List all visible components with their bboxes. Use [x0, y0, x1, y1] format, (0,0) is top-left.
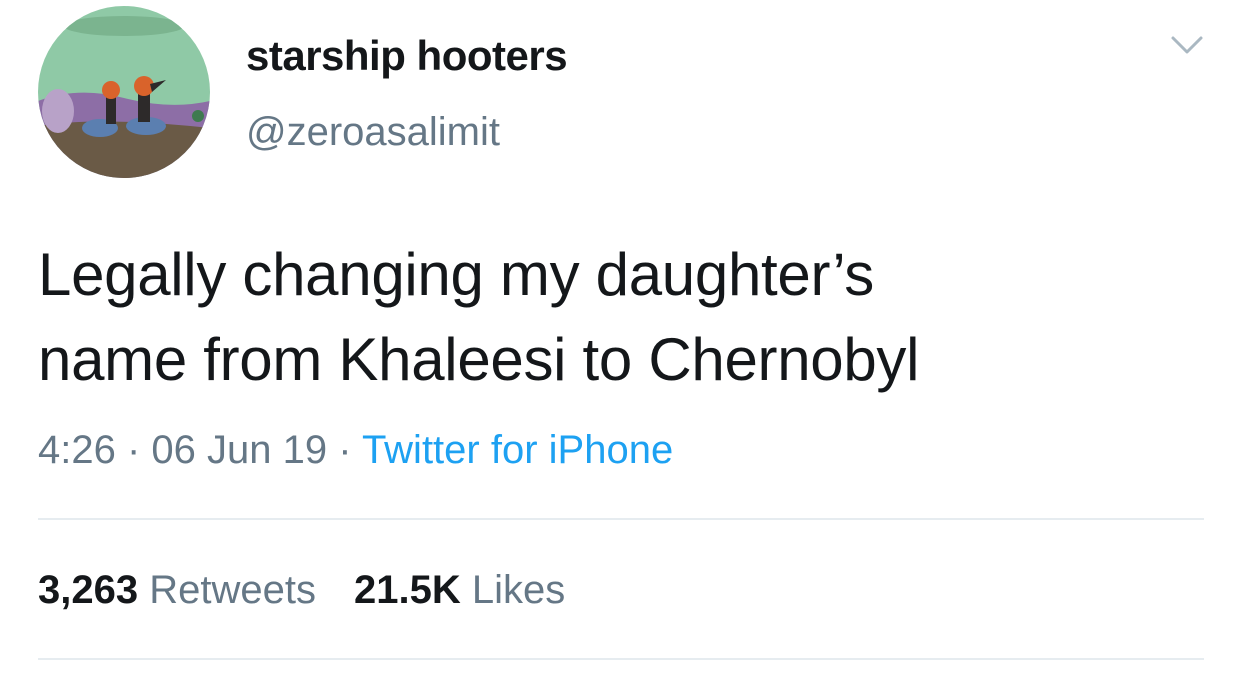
chevron-down-icon[interactable] [1170, 34, 1204, 56]
retweets-count: 3,263 [38, 568, 139, 612]
tweet-date[interactable]: 06 Jun 19 [151, 428, 327, 472]
tweet-time[interactable]: 4:26 [38, 428, 116, 472]
retweets-label: Retweets [149, 568, 316, 612]
tweet-text: Legally changing my daughter’s name from… [38, 232, 1218, 402]
tweet-text-line: Legally changing my daughter’s [38, 241, 875, 308]
user-handle[interactable]: @zeroasalimit [246, 110, 500, 155]
tweet-source-link[interactable]: Twitter for iPhone [362, 428, 673, 472]
engagement-stats: 3,263 Retweets 21.5K Likes [38, 568, 565, 613]
likes-label: Likes [471, 568, 566, 612]
meta-separator: · [327, 428, 362, 472]
divider [38, 518, 1204, 520]
tweet-text-line: name from Khaleesi to Chernobyl [38, 326, 920, 393]
divider [38, 658, 1204, 660]
avatar[interactable] [38, 6, 210, 178]
likes-count: 21.5K [353, 568, 461, 612]
tweet-metadata: 4:26 · 06 Jun 19 · Twitter for iPhone [38, 428, 673, 473]
retweets-stat[interactable]: 3,263 Retweets [38, 568, 316, 613]
display-name[interactable]: starship hooters [246, 32, 568, 80]
likes-stat[interactable]: 21.5K Likes [354, 568, 565, 613]
avatar-image [38, 6, 210, 178]
meta-separator: · [115, 428, 152, 472]
